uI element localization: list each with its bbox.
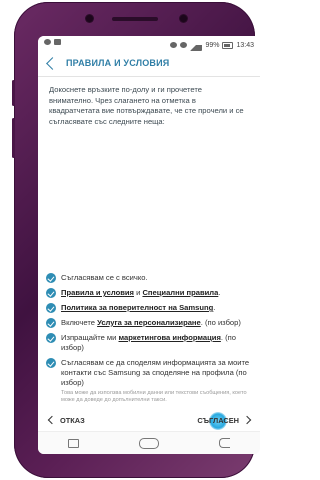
checkbox-checked-icon[interactable] [46, 303, 56, 313]
checkbox-checked-icon[interactable] [46, 318, 56, 328]
terms-link[interactable]: Правила и условия [61, 288, 134, 297]
terms-end-text: . [218, 288, 221, 297]
share-contacts-note: Това може да използва мобилни данни или … [61, 390, 247, 404]
privacy-row[interactable]: Политика за поверителност на Samsung. [46, 303, 252, 313]
wifi-icon [180, 42, 188, 48]
privacy-end-text: . [213, 303, 216, 312]
cancel-button[interactable]: ОТКАЗ [47, 415, 85, 425]
marketing-row[interactable]: Изпращайте ми маркетингова информация. (… [46, 333, 252, 353]
chevron-left-icon [47, 415, 57, 425]
checkbox-checked-icon[interactable] [46, 333, 56, 343]
checkbox-checked-icon[interactable] [46, 358, 56, 368]
checkbox-checked-icon[interactable] [46, 273, 56, 283]
notification-icon [54, 39, 61, 45]
bluetooth-icon [170, 42, 178, 48]
signal-icon [190, 39, 203, 51]
agree-all-label: Съгласявам се с всичко. [61, 273, 148, 282]
chevron-right-icon [242, 415, 252, 425]
battery-percent: 99% [205, 41, 220, 49]
terms-row[interactable]: Правила и условия и Специални правила. [46, 288, 252, 298]
front-camera-icon [180, 15, 187, 22]
system-navigation-bar [38, 431, 260, 454]
marketing-pre-text: Изпращайте ми [61, 333, 119, 342]
top-bezel [14, 14, 255, 24]
special-terms-link[interactable]: Специални правила [142, 288, 218, 297]
app-header: ПРАВИЛА И УСЛОВИЯ [38, 50, 260, 77]
checkbox-checked-icon[interactable] [46, 288, 56, 298]
volume-up-button [12, 80, 15, 106]
marketing-link[interactable]: маркетингова информация [119, 333, 221, 342]
agree-button[interactable]: СЪГЛАСЕН [197, 411, 252, 430]
status-bar: 99% 13:43 [38, 36, 260, 51]
bottom-navigation: ОТКАЗ СЪГЛАСЕН [38, 408, 260, 432]
back-arrow-icon[interactable] [46, 56, 59, 70]
personalization-pre-text: Включете [61, 318, 98, 327]
share-contacts-label: Съгласявам се да споделям информацията з… [61, 358, 250, 387]
page-title: ПРАВИЛА И УСЛОВИЯ [66, 58, 170, 68]
battery-icon [222, 41, 234, 49]
volume-down-button [12, 118, 15, 158]
personalization-post-text: . (по избор) [200, 318, 241, 327]
sensor-icon [86, 15, 93, 22]
clock: 13:43 [236, 41, 254, 49]
personalization-link[interactable]: Услуга за персонализиране [97, 318, 201, 327]
privacy-policy-link[interactable]: Политика за поверителност на Samsung [61, 303, 213, 312]
system-back-icon[interactable] [219, 438, 230, 448]
agreement-list: Съгласявам се с всичко. Правила и услови… [46, 273, 252, 404]
earpiece-speaker [112, 17, 158, 21]
personalization-row[interactable]: Включете Услуга за персонализиране. (по … [46, 318, 252, 328]
notification-icon [44, 39, 51, 45]
agree-label: СЪГЛАСЕН [197, 415, 239, 425]
share-contacts-row[interactable]: Съгласявам се да споделям информацията з… [46, 358, 252, 388]
recent-apps-icon[interactable] [68, 438, 79, 448]
agree-all-row[interactable]: Съгласявам се с всичко. [46, 273, 252, 283]
phone-frame: 99% 13:43 ПРАВИЛА И УСЛОВИЯ Докоснете вр… [12, 2, 260, 478]
intro-text: Докоснете връзките по-долу и ги прочетет… [49, 85, 244, 126]
phone-screen: 99% 13:43 ПРАВИЛА И УСЛОВИЯ Докоснете вр… [38, 36, 260, 454]
home-icon[interactable] [139, 437, 159, 449]
cancel-label: ОТКАЗ [60, 415, 85, 425]
